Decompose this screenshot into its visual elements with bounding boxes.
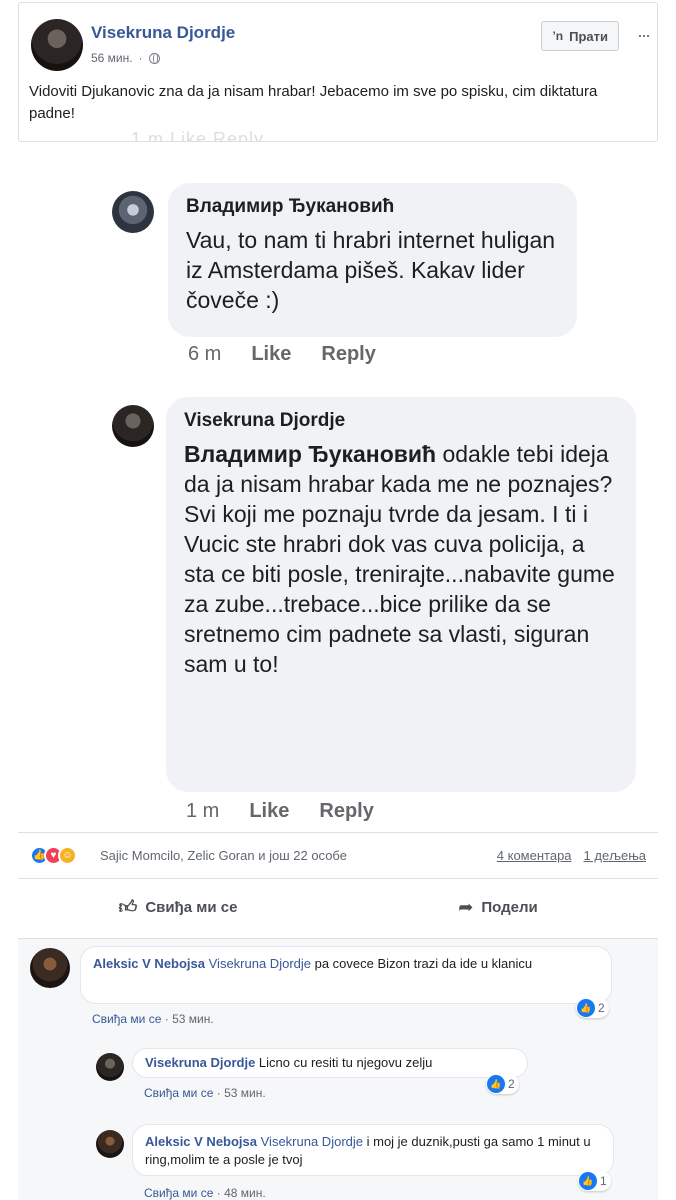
thumbs-up-icon: 👍︎: [118, 897, 138, 917]
reactions-summary[interactable]: Sajic Momcilo, Zelic Goran и још 22 особ…: [100, 848, 347, 863]
comment-text: Vau, to nam ti hrabri internet huligan i…: [186, 227, 556, 313]
like-icon: 👍: [487, 1075, 505, 1093]
comment-author[interactable]: Visekruna Djordje: [184, 409, 618, 433]
follow-button-label: Прати: [569, 28, 608, 44]
comment-author[interactable]: Владимир Ђукановић: [186, 195, 559, 219]
comment-bubble: Visekruna Djordje Licno cu resiti tu nje…: [132, 1048, 528, 1078]
cropped-comment-actions: 1 m Like Reply: [131, 129, 265, 142]
comment-time: 1 m: [186, 800, 220, 822]
share-button-label: Подели: [481, 898, 538, 916]
comment-meta: Свиђа ми се · 48 мин.: [144, 1186, 266, 1200]
comment-meta: Свиђа ми се · 53 мин.: [144, 1086, 266, 1100]
comment-meta: Свиђа ми се · 53 мин.: [92, 1012, 214, 1026]
comment-tag[interactable]: Visekruna Djordje: [209, 956, 311, 971]
rss-icon: ʼn: [552, 29, 564, 43]
comment-bubble: Visekruna Djordje Владимир Ђукановић oda…: [166, 397, 636, 792]
haha-icon: ☺: [58, 846, 77, 865]
comment-author[interactable]: Aleksic V Nebojsa: [93, 956, 205, 971]
comment-mention[interactable]: Владимир Ђукановић: [184, 441, 436, 467]
comment-like-count[interactable]: 👍 2: [576, 998, 609, 1018]
comment-like-count[interactable]: 👍 2: [486, 1074, 519, 1094]
like-icon: 👍: [577, 999, 595, 1017]
comment-bubble: Владимир Ђукановић Vau, to nam ti hrabri…: [168, 183, 577, 337]
comment-tag[interactable]: Visekruna Djordje: [261, 1134, 363, 1149]
comment-actions: 6 m Like Reply: [188, 343, 376, 366]
share-arrow-icon: ➦: [458, 896, 474, 917]
share-button[interactable]: ➦ Подели: [338, 884, 658, 930]
comment-text: Licno cu resiti tu njegovu zelju: [255, 1055, 433, 1070]
follow-button[interactable]: ʼn Прати: [541, 21, 619, 51]
divider: [18, 832, 658, 833]
post-text: Vidoviti Djukanovic zna da ja nisam hrab…: [29, 83, 598, 122]
comment-avatar-visekruna[interactable]: [112, 405, 154, 447]
comment-like-link[interactable]: Свиђа ми се: [144, 1186, 213, 1200]
comment-time: 53 мин.: [224, 1086, 266, 1100]
comment-like-link[interactable]: Свиђа ми се: [144, 1086, 213, 1100]
comment-author[interactable]: Visekruna Djordje: [145, 1055, 255, 1070]
post-author-name[interactable]: Visekruna Djordje: [91, 23, 235, 43]
commenter-avatar[interactable]: [30, 948, 70, 988]
like-link[interactable]: Like: [249, 800, 289, 823]
like-button[interactable]: 👍︎ Свиђа ми се: [18, 884, 338, 930]
comment-body: odakle tebi ideja da ja nisam hrabar kad…: [184, 441, 615, 677]
comments-count[interactable]: 4 коментара: [497, 848, 572, 863]
comment-avatar-vladimir[interactable]: [112, 191, 154, 233]
more-options-icon[interactable]: ···: [637, 25, 651, 46]
shares-count[interactable]: 1 дељења: [584, 848, 646, 863]
post-author-avatar[interactable]: [31, 19, 83, 71]
post-stats: 4 коментара 1 дељења: [497, 848, 646, 863]
post-action-bar: 👍︎ Свиђа ми се ➦ Подели: [18, 884, 658, 930]
reaction-icons[interactable]: 👍 ♥ ☺: [30, 846, 77, 865]
commenter-avatar[interactable]: [96, 1130, 124, 1158]
like-button-label: Свиђа ми се: [145, 898, 238, 916]
like-icon: 👍: [579, 1172, 597, 1190]
comment-actions: 1 m Like Reply: [186, 800, 374, 823]
comment-text: Владимир Ђукановић odakle tebi ideja da …: [184, 439, 618, 679]
like-link[interactable]: Like: [251, 343, 291, 366]
comment-bubble: Aleksic V Nebojsa Visekruna Djordje i mo…: [132, 1124, 614, 1176]
commenter-avatar[interactable]: [96, 1053, 124, 1081]
post-card: Visekruna Djordje 56 мин. · ʼn Прати ···…: [18, 2, 658, 142]
comment-time: 53 мин.: [172, 1012, 214, 1026]
comment-like-count[interactable]: 👍 1: [578, 1171, 611, 1191]
reply-link[interactable]: Reply: [319, 800, 373, 823]
comment-like-link[interactable]: Свиђа ми се: [92, 1012, 161, 1026]
comment-text: pa covece Bizon trazi da ide u klanicu: [311, 956, 533, 971]
comment-time: 6 m: [188, 343, 222, 365]
divider: [18, 878, 658, 879]
globe-icon: [148, 52, 160, 64]
comment-author[interactable]: Aleksic V Nebojsa: [145, 1134, 257, 1149]
comment-time: 48 мин.: [224, 1186, 266, 1200]
reply-link[interactable]: Reply: [321, 343, 375, 366]
post-time[interactable]: 56 мин.: [91, 51, 133, 65]
post-meta: 56 мин. ·: [91, 51, 160, 65]
comment-bubble: Aleksic V Nebojsa Visekruna Djordje pa c…: [80, 946, 612, 1004]
